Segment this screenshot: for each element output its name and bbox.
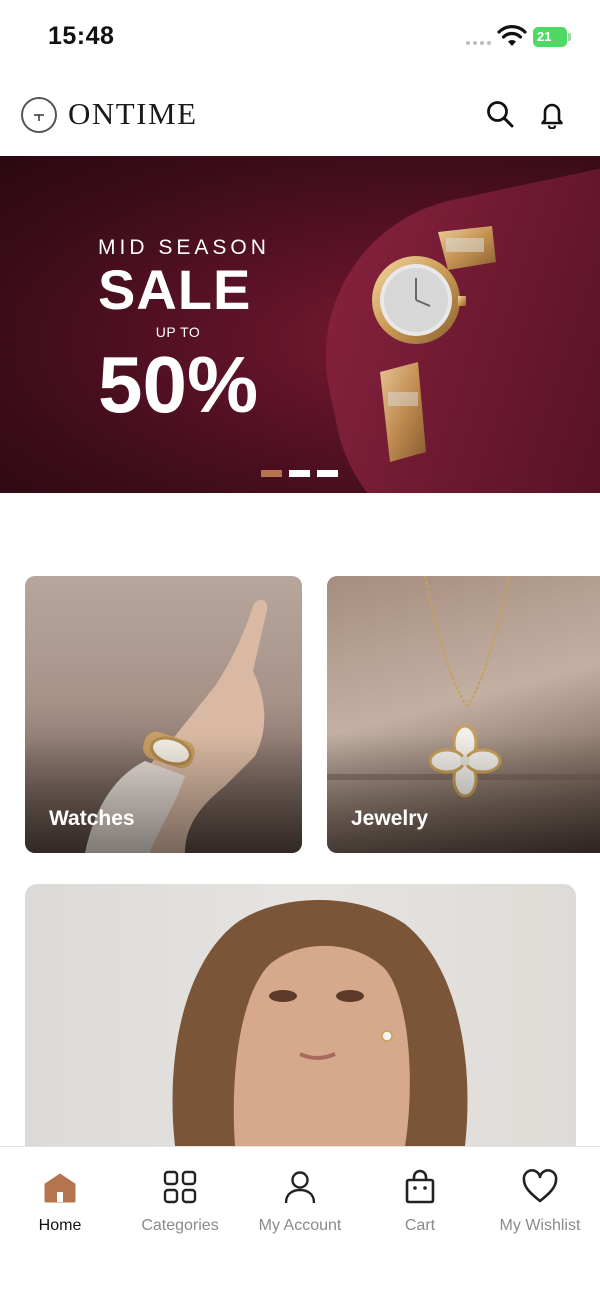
watch-image: [372, 226, 496, 462]
nav-label: Home: [38, 1217, 82, 1234]
nav-label: Cart: [404, 1217, 436, 1234]
banner-upto: UP TO: [155, 324, 201, 340]
carousel-dot-1[interactable]: [261, 470, 282, 477]
nav-my-wishlist[interactable]: My Wishlist: [480, 1147, 600, 1257]
banner-discount: 50%: [98, 340, 259, 429]
brand-name[interactable]: ONTIME: [68, 96, 198, 132]
promo-card[interactable]: [25, 884, 576, 1146]
banner-title: SALE: [98, 258, 252, 321]
banner-text: MID SEASON SALE UP TO 50%: [98, 236, 268, 428]
nav-label: My Wishlist: [499, 1217, 581, 1234]
bottom-navigation: Home Categories My Account Cart My Wishl…: [0, 1146, 600, 1299]
carousel-dot-2[interactable]: [289, 470, 310, 477]
wifi-icon: [497, 25, 527, 46]
status-time: 15:48: [48, 22, 115, 50]
nav-my-account[interactable]: My Account: [240, 1147, 360, 1257]
heart-icon: [522, 1169, 558, 1203]
status-bar: 15:48 21: [0, 0, 600, 76]
nav-categories[interactable]: Categories: [120, 1147, 240, 1257]
banner-eyebrow: MID SEASON: [98, 236, 270, 259]
search-icon[interactable]: [482, 96, 518, 132]
category-card-watches[interactable]: Watches: [25, 576, 302, 853]
logo-icon: [21, 97, 57, 133]
category-label: Watches: [49, 807, 135, 830]
user-icon: [284, 1171, 316, 1204]
nav-cart[interactable]: Cart: [360, 1147, 480, 1257]
model-image: [172, 899, 468, 1146]
carousel-dot-3[interactable]: [317, 470, 338, 477]
cellular-signal-icon: [466, 41, 491, 45]
nav-home[interactable]: Home: [0, 1147, 120, 1257]
carousel-indicator[interactable]: [261, 470, 338, 477]
home-icon: [44, 1173, 76, 1203]
battery-icon: 21: [533, 27, 571, 47]
nav-label: Categories: [141, 1217, 219, 1234]
category-card-jewelry[interactable]: Jewelry: [327, 576, 600, 853]
bell-icon[interactable]: [534, 96, 570, 132]
nav-label: My Account: [258, 1217, 342, 1234]
battery-level: 21: [533, 27, 567, 47]
app-header: ONTIME: [0, 76, 600, 156]
promo-banner[interactable]: MID SEASON SALE UP TO 50%: [0, 156, 600, 493]
grid-icon: [163, 1170, 197, 1204]
bag-icon: [405, 1169, 435, 1204]
category-label: Jewelry: [351, 807, 429, 830]
